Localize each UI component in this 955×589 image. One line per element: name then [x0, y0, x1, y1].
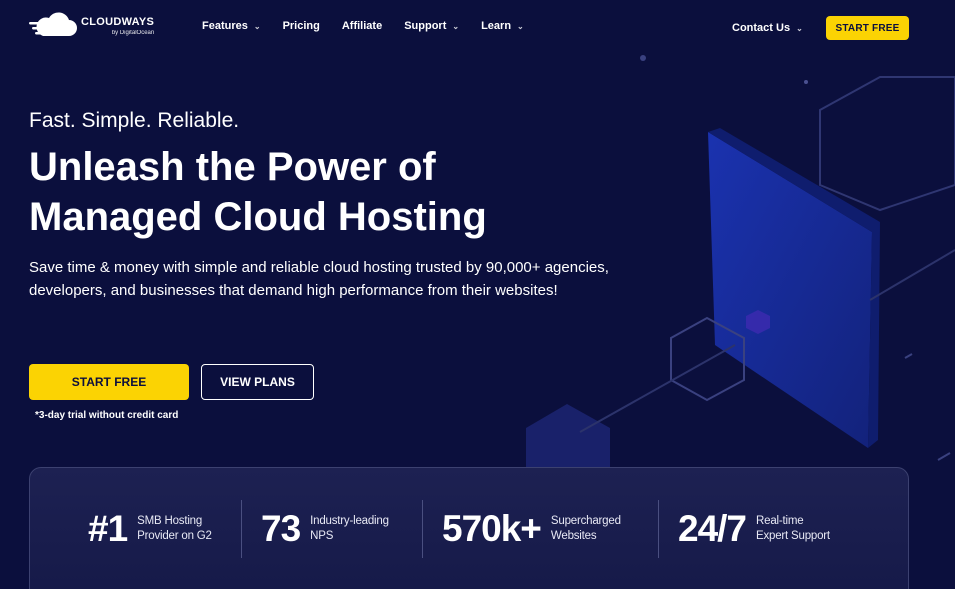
stat-label: Industry-leading NPS — [310, 514, 389, 544]
main-nav: Features ⌄ Pricing Affiliate Support ⌄ L… — [202, 20, 546, 32]
cloudways-logo[interactable]: CLOUDWAYS by DigitalOcean — [29, 12, 154, 40]
stat-websites: 570k+ Supercharged Websites — [442, 500, 621, 558]
nav-label: Features — [202, 20, 248, 32]
nav-label: Affiliate — [341, 20, 383, 32]
stat-label-line: Supercharged — [550, 515, 621, 527]
nav-item-support[interactable]: Support ⌄ — [404, 20, 459, 32]
header-start-free-button[interactable]: START FREE — [826, 16, 909, 40]
nav-label: Learn — [481, 20, 512, 32]
stat-value: #1 — [88, 508, 128, 549]
contact-us-menu[interactable]: Contact Us ⌄ — [732, 22, 803, 34]
start-free-button[interactable]: START FREE — [29, 364, 189, 400]
stats-panel: #1 SMB Hosting Provider on G2 73 Industr… — [29, 467, 909, 589]
nav-label: Support — [404, 20, 447, 32]
hero-tagline: Fast. Simple. Reliable. — [29, 109, 240, 132]
nav-item-features[interactable]: Features ⌄ — [202, 20, 261, 32]
nav-item-learn[interactable]: Learn ⌄ — [481, 20, 524, 32]
stat-label-line: NPS — [310, 530, 334, 542]
nav-item-pricing[interactable]: Pricing — [283, 20, 320, 32]
contact-label: Contact Us — [732, 22, 791, 34]
stat-label-line: Industry-leading — [310, 515, 389, 527]
stat-value: 570k+ — [442, 508, 542, 549]
chevron-down-icon: ⌄ — [253, 21, 261, 31]
stat-label-line: SMB Hosting — [137, 515, 203, 527]
stat-label: SMB Hosting Provider on G2 — [137, 514, 212, 544]
stat-support: 24/7 Real-time Expert Support — [678, 500, 830, 558]
site-header: CLOUDWAYS by DigitalOcean Features ⌄ Pri… — [0, 0, 955, 56]
nav-label: Pricing — [282, 20, 320, 32]
hero-headline: Unleash the Power of Managed Cloud Hosti… — [29, 145, 487, 239]
stat-divider — [658, 500, 659, 558]
stat-nps: 73 Industry-leading NPS — [261, 500, 389, 558]
stat-divider — [241, 500, 242, 558]
stat-label-line: Provider on G2 — [137, 530, 212, 542]
hero-description: Save time & money with simple and reliab… — [29, 259, 609, 299]
chevron-down-icon: ⌄ — [517, 21, 524, 31]
stat-label-line: Websites — [550, 530, 597, 542]
chevron-down-icon: ⌄ — [796, 23, 803, 33]
view-plans-button[interactable]: VIEW PLANS — [201, 364, 314, 400]
stat-value: 24/7 — [678, 508, 747, 549]
logo-name: CLOUDWAYS — [81, 15, 155, 28]
trial-note: *3-day trial without credit card — [35, 410, 179, 421]
chevron-down-icon: ⌄ — [452, 21, 460, 31]
stat-label: Real-time Expert Support — [756, 514, 830, 544]
stat-label-line: Expert Support — [756, 530, 830, 542]
logo-subtitle: by DigitalOcean — [111, 29, 155, 36]
stat-divider — [422, 500, 423, 558]
stat-label: Supercharged Websites — [551, 514, 621, 544]
cloud-icon — [29, 12, 77, 36]
nav-item-affiliate[interactable]: Affiliate — [342, 20, 382, 32]
stat-label-line: Real-time — [756, 515, 804, 527]
stat-g2-rank: #1 SMB Hosting Provider on G2 — [88, 500, 212, 558]
stat-value: 73 — [261, 508, 301, 549]
